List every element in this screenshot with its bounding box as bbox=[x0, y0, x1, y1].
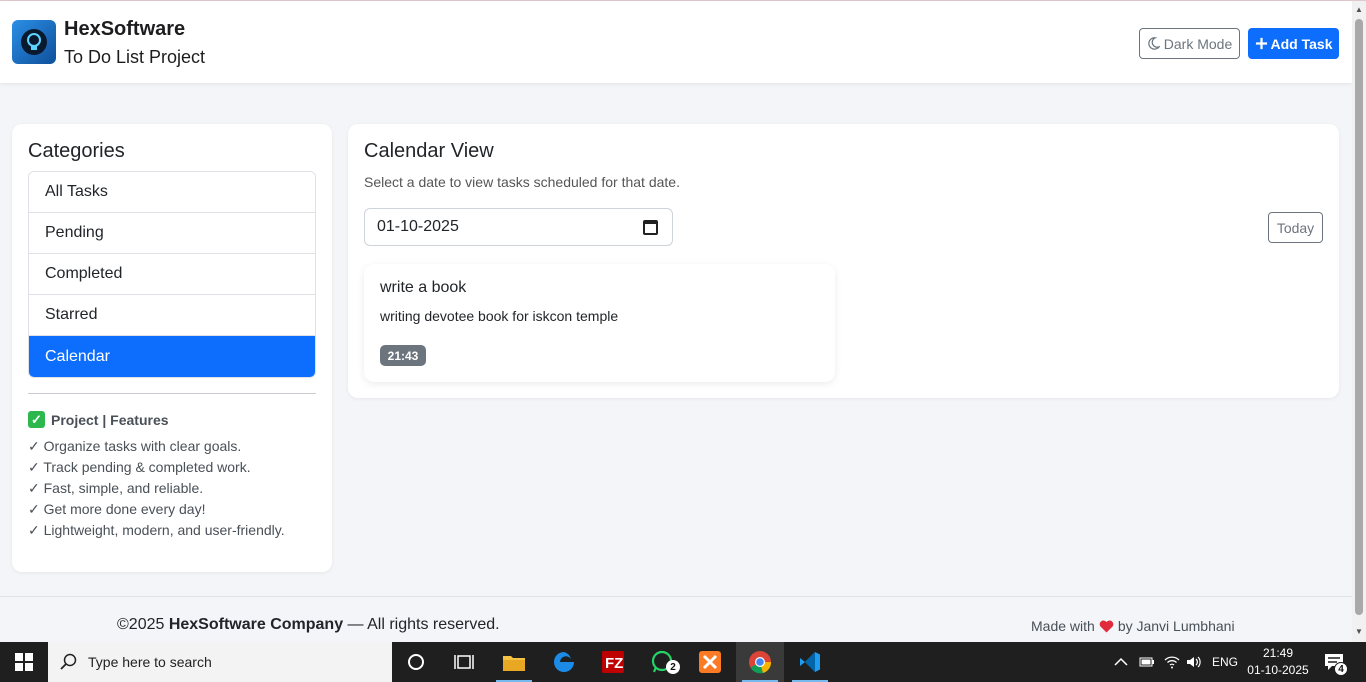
lightbulb-icon bbox=[21, 29, 47, 55]
features-title: Project | Features bbox=[51, 411, 169, 428]
company-name: HexSoftware Company bbox=[168, 616, 344, 633]
whatsapp-badge: 2 bbox=[666, 660, 680, 674]
date-value: 01-10-2025 bbox=[377, 218, 459, 235]
svg-text:FZ: FZ bbox=[605, 655, 623, 672]
filezilla-icon[interactable]: FZ bbox=[589, 642, 637, 682]
feature-item: ✓ Track pending & completed work. bbox=[28, 459, 251, 475]
category-all-tasks[interactable]: All Tasks bbox=[29, 172, 315, 213]
category-completed[interactable]: Completed bbox=[29, 254, 315, 295]
category-list: All Tasks Pending Completed Starred Cale… bbox=[28, 171, 316, 378]
calendar-help-text: Select a date to view tasks scheduled fo… bbox=[364, 174, 680, 190]
task-card[interactable]: write a book writing devotee book for is… bbox=[364, 264, 835, 382]
project-subtitle: To Do List Project bbox=[64, 47, 206, 67]
xampp-icon[interactable] bbox=[686, 642, 734, 682]
heart-icon bbox=[1099, 620, 1114, 633]
windows-start-button[interactable] bbox=[0, 642, 48, 682]
page-footer: ©2025 HexSoftware Company — All rights r… bbox=[0, 596, 1352, 642]
volume-icon[interactable] bbox=[1186, 642, 1202, 682]
add-task-label: Add Task bbox=[1270, 35, 1333, 52]
windows-logo-icon bbox=[15, 653, 33, 671]
copyright-prefix: ©2025 bbox=[117, 616, 169, 633]
task-description: writing devotee book for iskcon temple bbox=[380, 308, 619, 324]
made-with-label: Made with bbox=[1031, 618, 1095, 634]
category-calendar[interactable]: Calendar bbox=[29, 336, 315, 377]
notifications-icon[interactable]: 4 bbox=[1324, 642, 1348, 682]
copyright-suffix: — All rights reserved. bbox=[343, 616, 500, 633]
feature-item: ✓ Get more done every day! bbox=[28, 501, 206, 517]
moon-icon bbox=[1148, 37, 1160, 50]
taskbar-search-box[interactable]: Type here to search bbox=[48, 642, 392, 682]
whatsapp-icon[interactable]: 2 bbox=[638, 642, 686, 682]
scroll-down-arrow-icon[interactable]: ▼ bbox=[1355, 627, 1363, 636]
cortana-icon[interactable] bbox=[392, 642, 440, 682]
copyright-text: ©2025 HexSoftware Company — All rights r… bbox=[117, 616, 500, 634]
plus-icon bbox=[1255, 37, 1267, 50]
features-heading: ✓ Project | Features bbox=[28, 411, 169, 428]
wifi-icon[interactable] bbox=[1164, 642, 1180, 682]
app-logo bbox=[12, 20, 56, 64]
windows-taskbar: Type here to search FZ 2 ENG 21:49 01-10… bbox=[0, 642, 1366, 682]
file-explorer-icon[interactable] bbox=[490, 642, 538, 682]
app-header: HexSoftware To Do List Project Dark Mode… bbox=[0, 1, 1352, 83]
categories-title: Categories bbox=[28, 140, 125, 162]
calendar-icon[interactable] bbox=[643, 220, 658, 235]
system-clock[interactable]: 21:49 01-10-2025 bbox=[1245, 645, 1311, 679]
author-credit: by Janvi Lumbhani bbox=[1117, 618, 1235, 634]
categories-panel: Categories All Tasks Pending Completed S… bbox=[12, 124, 332, 572]
today-button[interactable]: Today bbox=[1268, 212, 1323, 243]
search-placeholder: Type here to search bbox=[88, 654, 212, 670]
page-scrollbar[interactable]: ▲ ▼ bbox=[1352, 1, 1366, 642]
scroll-up-arrow-icon[interactable]: ▲ bbox=[1355, 5, 1363, 14]
show-hidden-icons[interactable] bbox=[1114, 642, 1128, 682]
category-pending[interactable]: Pending bbox=[29, 213, 315, 254]
notification-badge: 4 bbox=[1334, 662, 1348, 676]
calendar-view-title: Calendar View bbox=[364, 140, 494, 162]
category-starred[interactable]: Starred bbox=[29, 295, 315, 336]
battery-icon[interactable] bbox=[1139, 642, 1155, 682]
task-title: write a book bbox=[380, 279, 467, 296]
dark-mode-label: Dark Mode bbox=[1163, 35, 1233, 52]
clock-date: 01-10-2025 bbox=[1247, 663, 1309, 677]
feature-item: ✓ Fast, simple, and reliable. bbox=[28, 480, 204, 496]
made-with-credit: Made with by Janvi Lumbhani bbox=[1031, 618, 1235, 634]
search-icon bbox=[60, 653, 77, 670]
task-view-icon[interactable] bbox=[440, 642, 488, 682]
features-list: ✓ Organize tasks with clear goals. ✓ Tra… bbox=[28, 436, 285, 541]
date-picker-input[interactable]: 01-10-2025 bbox=[364, 208, 673, 246]
feature-item: ✓ Organize tasks with clear goals. bbox=[28, 438, 242, 454]
vscode-icon[interactable] bbox=[786, 642, 834, 682]
edge-browser-icon[interactable] bbox=[540, 642, 588, 682]
scroll-thumb[interactable] bbox=[1355, 19, 1363, 615]
clock-time: 21:49 bbox=[1262, 646, 1294, 660]
dark-mode-button[interactable]: Dark Mode bbox=[1139, 28, 1240, 59]
sidebar-divider bbox=[28, 393, 316, 394]
add-task-button[interactable]: Add Task bbox=[1248, 28, 1339, 59]
language-indicator[interactable]: ENG bbox=[1212, 642, 1238, 682]
check-mark-icon: ✓ bbox=[28, 411, 45, 428]
brand-name: HexSoftware bbox=[64, 18, 186, 40]
chrome-browser-icon[interactable] bbox=[736, 642, 784, 682]
feature-item: ✓ Lightweight, modern, and user-friendly… bbox=[28, 522, 285, 538]
calendar-view-panel: Calendar View Select a date to view task… bbox=[348, 124, 1339, 398]
task-time-badge: 21:43 bbox=[380, 345, 426, 366]
